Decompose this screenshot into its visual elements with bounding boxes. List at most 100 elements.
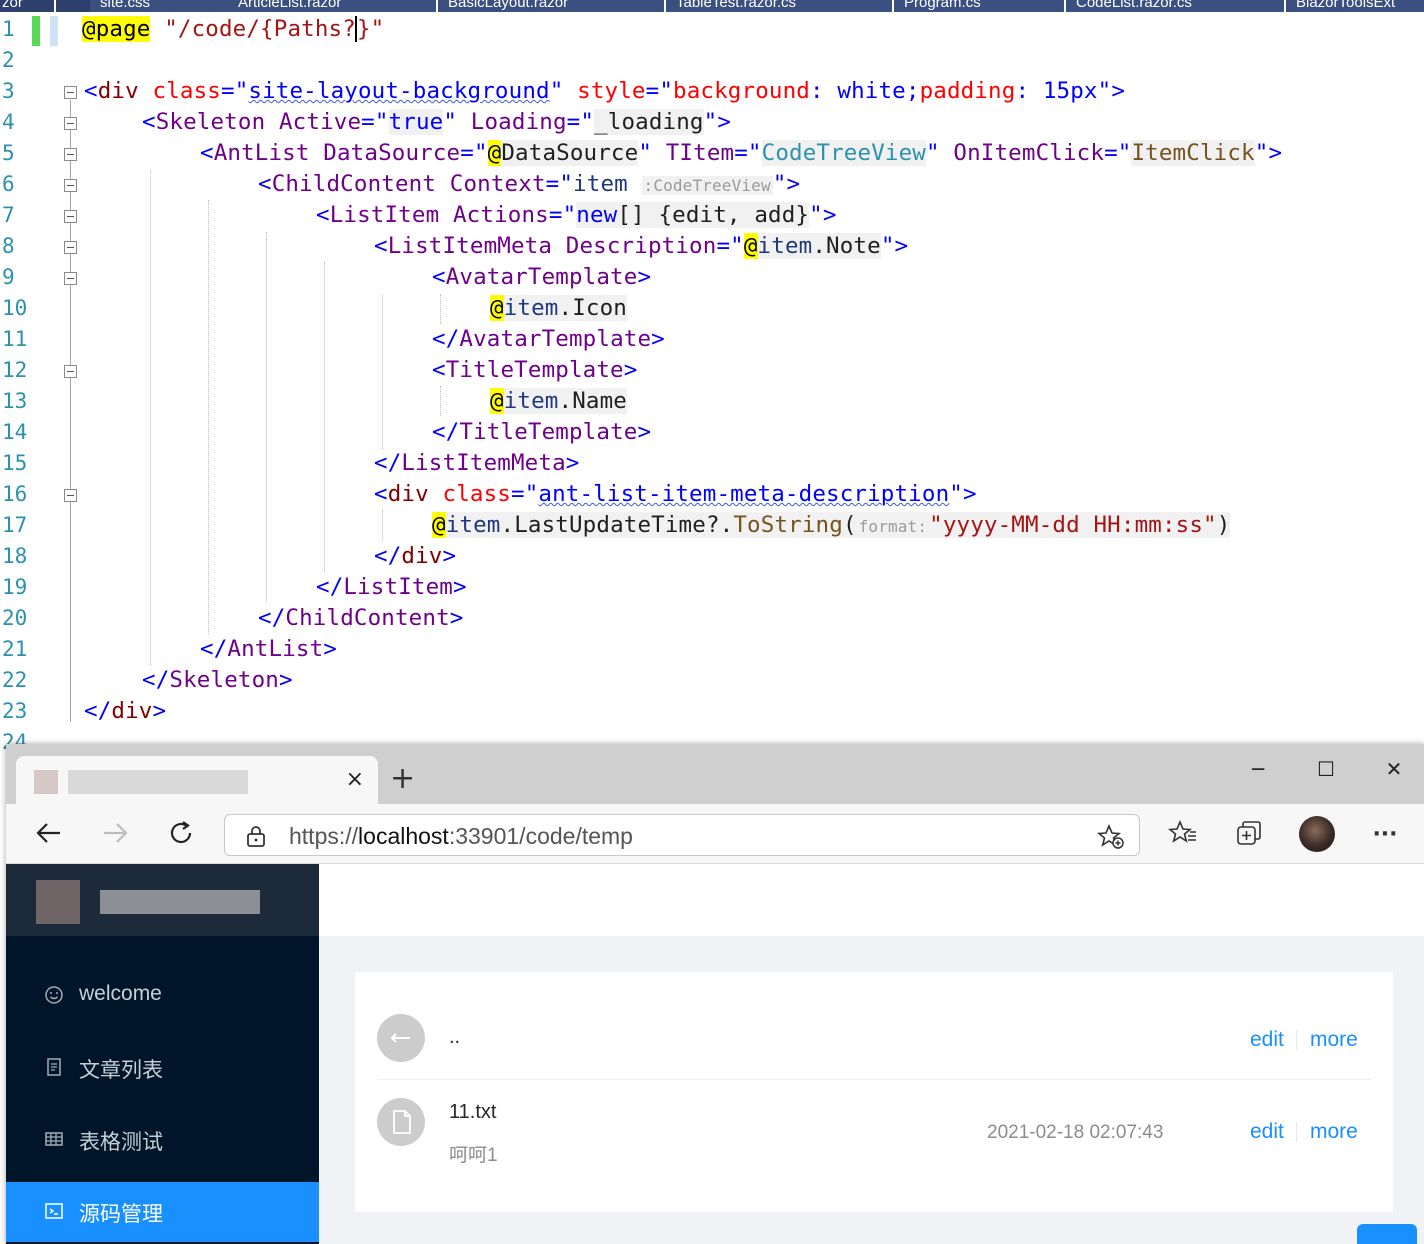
inline-type-hint: :CodeTreeView — [641, 176, 773, 195]
collections-icon[interactable] — [1232, 818, 1266, 852]
collapse-toggle[interactable] — [64, 86, 77, 99]
add-favorite-icon[interactable] — [1096, 823, 1125, 855]
profile-avatar[interactable] — [1299, 816, 1335, 852]
line-number: 18 — [2, 544, 28, 568]
code-text: </ListItem> — [316, 574, 467, 600]
collapse-toggle[interactable] — [64, 365, 77, 378]
code-line[interactable]: 10 @item.Icon — [0, 293, 1424, 324]
floating-button[interactable] — [1357, 1224, 1417, 1244]
code-line[interactable]: 20 </ChildContent> — [0, 603, 1424, 634]
menu-item-articles[interactable]: 文章列表 — [6, 1038, 319, 1098]
inline-parameter-hint: format: — [856, 517, 930, 536]
code-list-card: .. edit more 11.txt 呵呵1 2021-02-18 02:07… — [355, 972, 1393, 1212]
code-text: <ListItem Actions="new[] {edit, add}"> — [316, 202, 837, 228]
code-line[interactable]: 5 <AntList DataSource="@DataSource" TIte… — [0, 138, 1424, 169]
browser-tab[interactable]: × — [16, 756, 378, 806]
edit-action[interactable]: edit — [1250, 1120, 1284, 1144]
url-text: https://localhost:33901/code/temp — [289, 823, 633, 849]
line-number: 11 — [2, 327, 28, 351]
forward-arrow-icon[interactable] — [98, 818, 132, 852]
code-line[interactable]: 8 <ListItemMeta Description="@item.Note"… — [0, 231, 1424, 262]
code-line[interactable]: 13 @item.Name — [0, 386, 1424, 417]
code-line[interactable]: 3 <div class="site-layout-background" st… — [0, 76, 1424, 107]
address-bar[interactable]: https://localhost:33901/code/temp — [224, 814, 1140, 856]
collapse-toggle[interactable] — [64, 148, 77, 161]
collapse-toggle[interactable] — [64, 179, 77, 192]
line-number: 16 — [2, 482, 28, 506]
code-line[interactable]: 4 <Skeleton Active="true" Loading="_load… — [0, 107, 1424, 138]
editor-tab-strip: zor site.css ArticleList.razor BasicLayo… — [0, 0, 1424, 12]
editor-tab[interactable]: TableTest.razor.cs — [666, 0, 894, 12]
more-action[interactable]: more — [1310, 1120, 1358, 1144]
menu-item-label: 表格测试 — [79, 1131, 163, 1154]
list-item[interactable]: 11.txt 呵呵1 2021-02-18 02:07:43 edit more — [377, 1098, 1371, 1168]
code-line[interactable]: 1 @page "/code/{Paths?}" — [0, 14, 1424, 45]
collapse-toggle[interactable] — [64, 210, 77, 223]
line-number: 21 — [2, 637, 28, 661]
code-line[interactable]: 11 </AvatarTemplate> — [0, 324, 1424, 355]
action-divider — [1296, 1030, 1297, 1050]
back-arrow-icon[interactable] — [32, 818, 66, 852]
code-line[interactable]: 12 <TitleTemplate> — [0, 355, 1424, 386]
edit-action[interactable]: edit — [1250, 1028, 1284, 1052]
list-item-title[interactable]: 11.txt — [449, 1101, 496, 1124]
editor-tab[interactable]: site.css — [90, 0, 230, 12]
editor-tab[interactable]: Program.cs — [894, 0, 1066, 12]
list-item-title[interactable]: .. — [449, 1026, 460, 1049]
collapse-toggle[interactable] — [64, 489, 77, 502]
menu-item-welcome[interactable]: welcome — [6, 966, 319, 1026]
line-number: 8 — [2, 234, 15, 258]
code-line[interactable]: 15 </ListItemMeta> — [0, 448, 1424, 479]
collapse-toggle[interactable] — [64, 117, 77, 130]
code-text: </AvatarTemplate> — [432, 326, 665, 352]
line-number: 3 — [2, 79, 15, 103]
collapse-toggle[interactable] — [64, 272, 77, 285]
editor-tab[interactable]: BlazorToolsExt — [1286, 0, 1424, 12]
tab-title-blurred — [68, 770, 248, 794]
code-text: </Skeleton> — [142, 667, 293, 693]
menu-item-source-code[interactable]: 源码管理 — [6, 1182, 319, 1242]
menu-item-label: 源码管理 — [79, 1203, 163, 1226]
tab-close-icon[interactable]: × — [346, 768, 364, 792]
code-line[interactable]: 6 <ChildContent Context="item :CodeTreeV… — [0, 169, 1424, 200]
code-text: @item.Icon — [490, 295, 627, 321]
collapse-toggle[interactable] — [64, 241, 77, 254]
new-tab-icon[interactable]: + — [390, 764, 415, 794]
code-line[interactable]: 19 </ListItem> — [0, 572, 1424, 603]
more-menu-icon[interactable]: ··· — [1368, 818, 1402, 852]
code-line[interactable]: 7 <ListItem Actions="new[] {edit, add}"> — [0, 200, 1424, 231]
file-icon — [44, 1057, 64, 1077]
browser-titlebar[interactable]: × + ─ ☐ ✕ — [6, 744, 1424, 806]
more-action[interactable]: more — [1310, 1028, 1358, 1052]
code-line[interactable]: 16 <div class="ant-list-item-meta-descri… — [0, 479, 1424, 510]
line-number: 14 — [2, 420, 28, 444]
editor-tab[interactable]: ArticleList.razor — [228, 0, 438, 12]
refresh-icon[interactable] — [164, 818, 198, 852]
code-line[interactable]: 23 </div> — [0, 696, 1424, 727]
list-item[interactable]: .. edit more — [377, 1014, 1371, 1064]
code-line[interactable]: 14 </TitleTemplate> — [0, 417, 1424, 448]
minimize-icon[interactable]: ─ — [1238, 754, 1278, 784]
code-line[interactable]: 17 @item.LastUpdateTime?.ToString(format… — [0, 510, 1424, 541]
line-number: 22 — [2, 668, 28, 692]
line-number: 2 — [2, 48, 15, 72]
code-text: <ListItemMeta Description="@item.Note"> — [374, 233, 909, 259]
code-line[interactable]: 18 </div> — [0, 541, 1424, 572]
editor-tab[interactable]: zor — [0, 0, 56, 12]
menu-item-table-test[interactable]: 表格测试 — [6, 1110, 319, 1170]
favorites-icon[interactable] — [1166, 818, 1200, 852]
line-number: 13 — [2, 389, 28, 413]
editor-tab[interactable]: BasicLayout.razor — [438, 0, 666, 12]
window-close-icon[interactable]: ✕ — [1374, 754, 1414, 784]
smile-icon — [44, 985, 64, 1005]
logo[interactable] — [6, 864, 319, 936]
tab-favicon-blurred — [34, 770, 58, 794]
code-line[interactable]: 2 — [0, 45, 1424, 76]
editor-tab[interactable]: CodeList.razor.cs — [1066, 0, 1286, 12]
code-line[interactable]: 22 </Skeleton> — [0, 665, 1424, 696]
code-text: </div> — [84, 698, 167, 724]
lock-icon[interactable] — [245, 825, 267, 851]
code-line[interactable]: 9 <AvatarTemplate> — [0, 262, 1424, 293]
code-line[interactable]: 21 </AntList> — [0, 634, 1424, 665]
maximize-icon[interactable]: ☐ — [1306, 754, 1346, 784]
